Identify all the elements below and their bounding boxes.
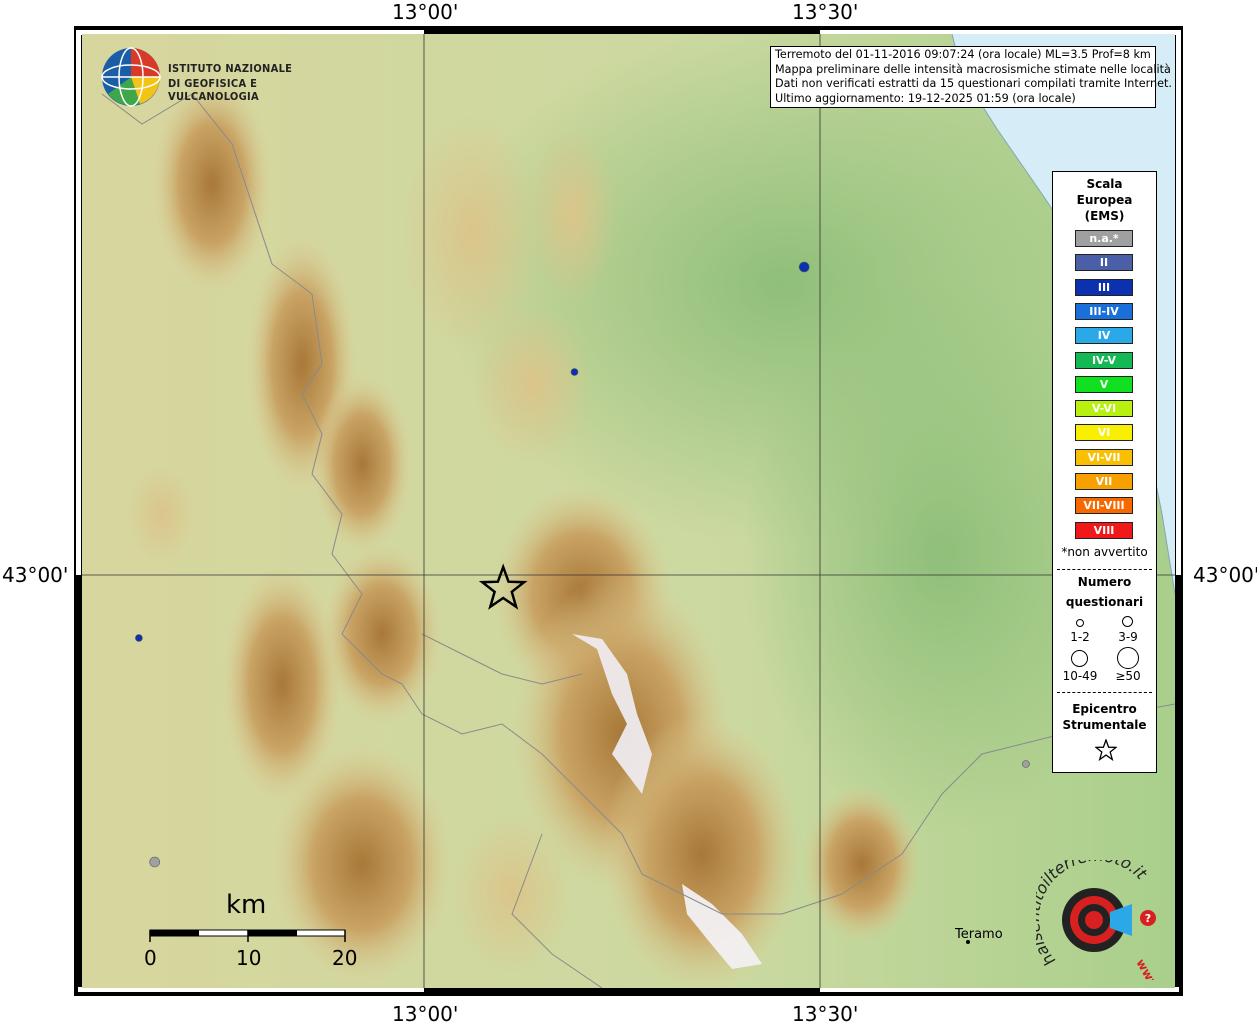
legend-swatch-v-vi: V-VI (1075, 400, 1133, 418)
legend-swatch-iii: III (1075, 278, 1133, 296)
haisentito-logo[interactable]: ? haisentitoilterremoto.it www. (1024, 846, 1166, 996)
legend-swatch-vi: VI (1075, 424, 1133, 442)
count-circle-large (1071, 650, 1088, 667)
intensity-point[interactable] (798, 261, 810, 273)
legend-swatch-vii-viii: VII-VIII (1075, 497, 1133, 515)
coord-bottom-1330: 13°30' (792, 1002, 859, 1026)
ingv-logo: ISTITUTO NAZIONALE DI GEOFISICA E VULCAN… (100, 46, 330, 108)
svg-text:?: ? (1145, 912, 1151, 925)
event-info-box: Terremoto del 01-11-2016 09:07:24 (ora l… (770, 46, 1172, 108)
coord-top-1330: 13°30' (792, 0, 859, 24)
legend-title-3: (EMS) (1084, 209, 1125, 223)
legend-note: *non avvertito (1061, 545, 1148, 559)
city-label-teramo: Teramo (955, 927, 1003, 942)
count-label-2: 3-9 (1118, 630, 1138, 644)
scale-tick-10: 10 (236, 946, 262, 970)
legend-swatch-iii-iv: III-IV (1075, 302, 1133, 320)
legend-swatch-ii: II (1075, 254, 1133, 272)
logo-line-2: DI GEOFISICA E VULCANOLOGIA (168, 77, 259, 103)
info-line-3: Dati non verificati estratti da 15 quest… (775, 77, 1172, 90)
count-label-3: 10-49 (1062, 669, 1098, 683)
legend-separator-2 (1057, 692, 1152, 693)
count-label-4: ≥50 (1115, 669, 1141, 683)
coord-left-4300: 43°00' (2, 563, 69, 587)
legend-swatch-vi-vii: VI-VII (1075, 448, 1133, 466)
coord-right-4300: 43°00' (1193, 563, 1257, 587)
legend-swatch-v: V (1075, 375, 1133, 393)
count-circle-xlarge (1117, 647, 1139, 669)
info-line-4: Ultimo aggiornamento: 19-12-2025 01:59 (… (775, 91, 1076, 105)
legend-swatch-vii: VII (1075, 473, 1133, 490)
intensity-point[interactable] (135, 634, 143, 642)
legend-title-2: Europea (1076, 193, 1133, 207)
coord-top-1300: 13°00' (392, 0, 459, 24)
intensity-point[interactable] (570, 368, 579, 376)
legend-swatch-iv: IV (1075, 327, 1133, 345)
legend-epi-title-1: Epicentro (1072, 702, 1137, 716)
epicenter-star-icon (1095, 739, 1117, 761)
scale-tick-0: 0 (144, 946, 157, 970)
scale-unit: km (226, 890, 267, 920)
legend-epi-title-2: Strumentale (1062, 718, 1147, 732)
count-label-1: 1-2 (1070, 630, 1090, 644)
coord-bottom-1300: 13°00' (392, 1002, 459, 1026)
scale-tick-20: 20 (332, 946, 358, 970)
map-canvas[interactable] (82, 34, 1175, 988)
haisentito-logo-icon: ? haisentitoilterremoto.it www. (1024, 846, 1164, 996)
info-line-1: Terremoto del 01-11-2016 09:07:24 (ora l… (775, 48, 1151, 61)
legend-panel: Scala Europea (EMS) n.a.* II III III-IV IV IV… (1052, 171, 1157, 773)
legend-count-title-2: questionari (1065, 595, 1144, 609)
info-line-2: Mappa preliminare delle intensità macros… (775, 62, 1171, 76)
legend-swatch-viii: VIII (1075, 521, 1133, 539)
logo-line-1: ISTITUTO NAZIONALE (168, 62, 293, 75)
legend-separator-1 (1057, 569, 1152, 570)
legend-count-title-1: Numero (1077, 575, 1132, 589)
scale-bar: km 0 10 20 (140, 890, 370, 970)
ingv-globe-icon (101, 47, 161, 107)
count-circle-medium (1122, 616, 1133, 627)
legend-swatch-iv-v: IV-V (1075, 351, 1133, 369)
legend-swatch-n-a: n.a.* (1075, 230, 1133, 247)
intensity-point[interactable] (1022, 760, 1030, 768)
legend-title-1: Scala (1086, 177, 1123, 191)
haisentito-logo-url: www. (1133, 957, 1164, 981)
count-circle-small (1076, 619, 1084, 627)
intensity-point[interactable] (149, 856, 160, 868)
